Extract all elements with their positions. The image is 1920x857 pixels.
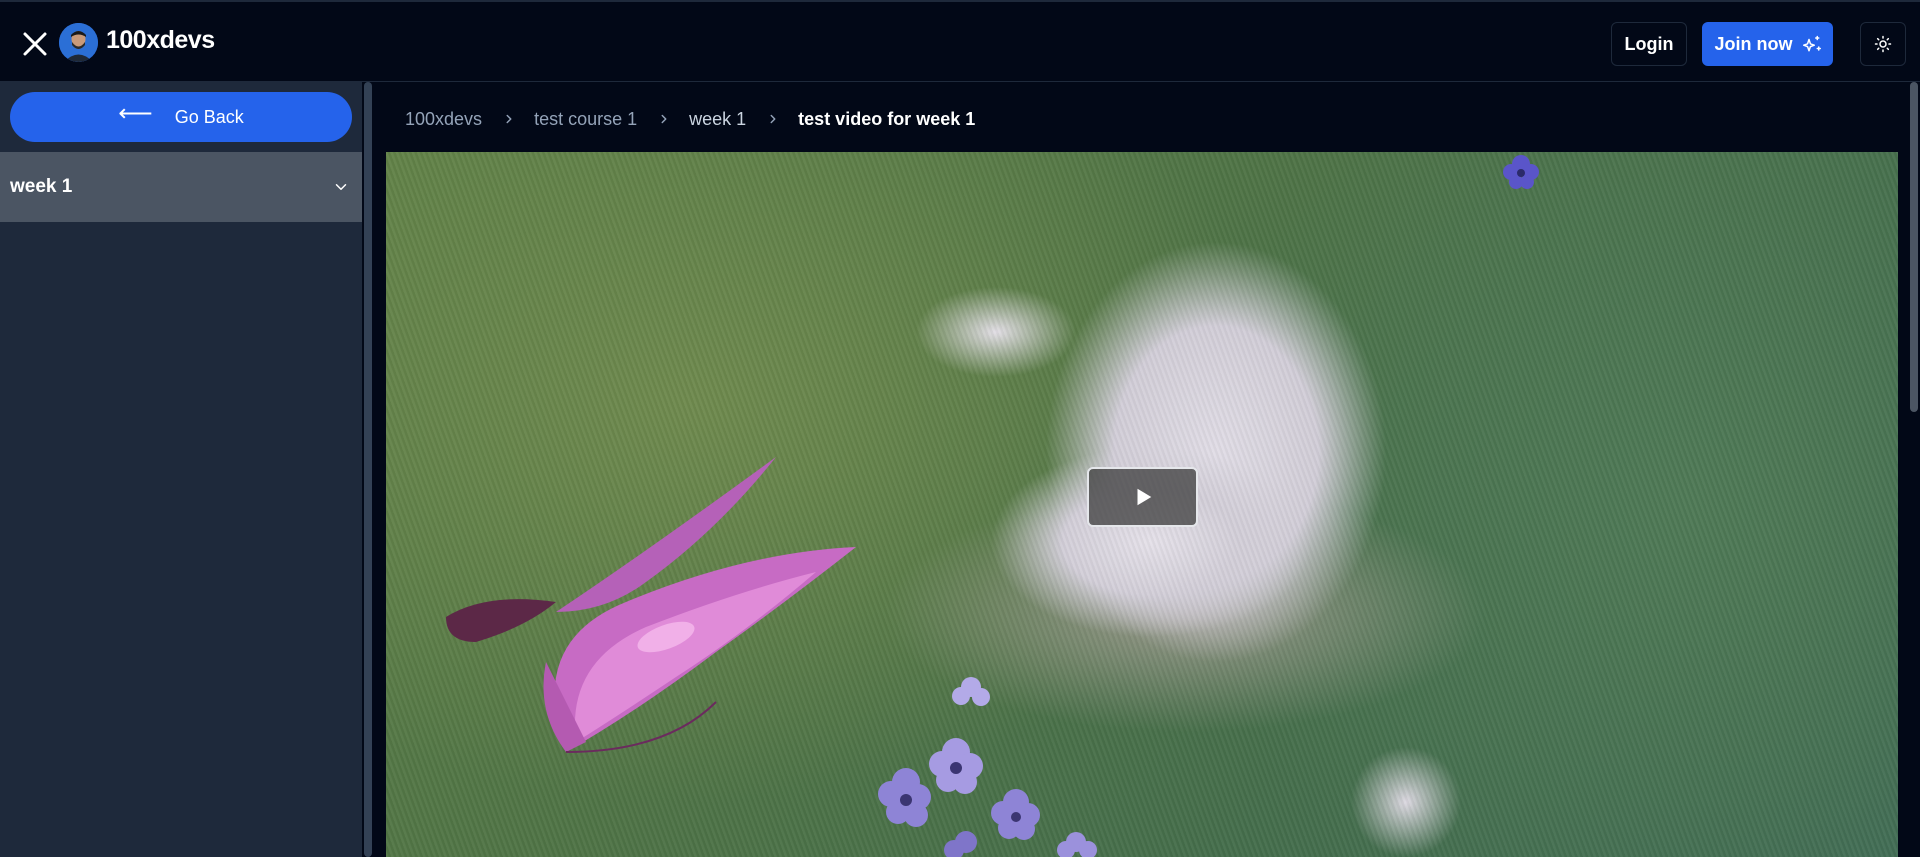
chevron-down-icon [335,184,347,190]
section-label: week 1 [10,176,73,197]
breadcrumb: 100xdevs test course 1 week 1 test video… [405,104,975,134]
close-sidebar-button[interactable] [18,27,52,61]
arrow-left-icon: ⟵ [118,100,153,127]
go-back-button[interactable]: ⟵ Go Back [10,92,352,142]
breadcrumb-course[interactable]: test course 1 [534,109,637,130]
play-button[interactable] [1087,467,1198,527]
brand-name[interactable]: 100xdevs [106,26,215,55]
close-icon [23,32,47,56]
theme-toggle-button[interactable] [1860,22,1906,66]
sidebar-scrollbar-thumb[interactable] [364,82,372,857]
avatar-image [59,23,98,62]
breadcrumb-week[interactable]: week 1 [689,109,746,130]
breadcrumb-home[interactable]: 100xdevs [405,109,482,130]
play-icon [1137,488,1151,506]
breadcrumb-current-video: test video for week 1 [798,108,976,129]
join-now-label: Join now [1714,33,1793,54]
page-scrollbar[interactable] [1908,82,1920,857]
video-player[interactable] [386,152,1898,857]
butterfly-illustration [446,457,856,753]
page-scrollbar-thumb[interactable] [1910,82,1918,412]
avatar[interactable] [59,23,98,62]
sidebar-scrollbar[interactable] [362,82,374,857]
sidebar-section-week-1[interactable]: week 1 [0,152,362,222]
login-button[interactable]: Login [1611,22,1687,66]
main-content: 100xdevs test course 1 week 1 test video… [374,82,1908,857]
flower-illustration [1503,155,1539,189]
sparkles-icon [1802,35,1821,52]
chevron-right-icon [766,112,780,126]
top-navbar: 100xdevs Login Join now [0,0,1920,82]
course-sidebar: ⟵ Go Back week 1 [0,82,362,857]
chevron-right-icon [502,112,516,126]
join-now-button[interactable]: Join now [1702,22,1833,66]
sun-icon [1874,35,1892,53]
flowers-illustration [878,677,1097,857]
go-back-label: Go Back [174,106,244,127]
chevron-right-icon [657,112,671,126]
